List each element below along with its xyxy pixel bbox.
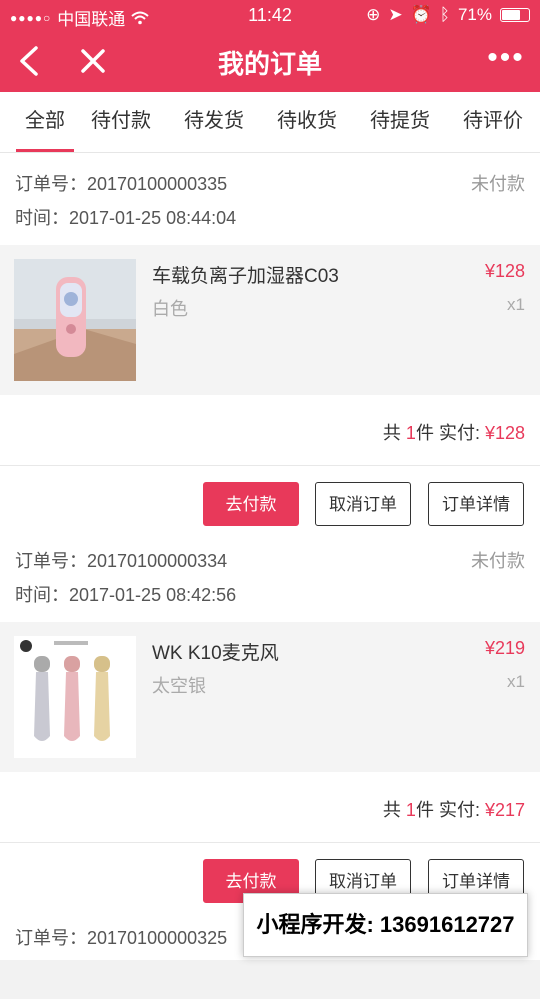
order-card[interactable]: 订单号：20170100000335 时间：2017-01-25 08:44:0… <box>0 153 540 546</box>
summary-prefix: 共 <box>382 423 406 443</box>
product-name: 车载负离子加湿器C03 <box>152 266 339 287</box>
order-summary: 共 1件 实付: ¥128 <box>0 395 540 466</box>
battery-percent: 71% <box>457 5 492 24</box>
status-bar: ●●●●○ 中国联通 11:42 ⊕ ➤ ⏰ ᛒ 71% <box>0 0 540 30</box>
order-header: 订单号：20170100000335 时间：2017-01-25 08:44:0… <box>0 153 540 245</box>
location-icon: ➤ <box>388 5 403 24</box>
order-card[interactable]: 订单号：20170100000334 时间：2017-01-25 08:42:5… <box>0 530 540 923</box>
order-header: 订单号：20170100000334 时间：2017-01-25 08:42:5… <box>0 530 540 622</box>
tab-pending-shipment[interactable]: 待发货 <box>182 92 246 152</box>
page-title: 我的订单 <box>217 49 322 79</box>
product-price: ¥219 <box>484 638 525 658</box>
rotation-lock-icon: ⊕ <box>366 5 381 24</box>
tab-pending-review[interactable]: 待评价 <box>461 92 525 152</box>
tab-pending-pickup[interactable]: 待提货 <box>368 92 432 152</box>
summary-mid: 件 实付: <box>415 800 485 820</box>
product-spec: 白色 <box>152 299 188 319</box>
summary-count: 1 <box>405 800 416 820</box>
cancel-order-button[interactable]: 取消订单 <box>315 482 411 526</box>
tab-pending-receipt[interactable]: 待收货 <box>275 92 339 152</box>
order-status: 未付款 <box>471 174 525 194</box>
tab-pending-payment[interactable]: 待付款 <box>89 92 153 152</box>
summary-total: ¥217 <box>484 800 525 820</box>
order-item[interactable]: WK K10麦克风 太空银 ¥219 x1 <box>0 622 540 772</box>
product-quantity: x1 <box>507 295 525 314</box>
summary-total: ¥128 <box>484 423 525 443</box>
order-time: 时间：2017-01-25 08:42:56 <box>15 585 237 605</box>
order-number: 订单号：20170100000325 <box>15 928 228 948</box>
product-quantity: x1 <box>507 672 525 691</box>
watermark-banner: 小程序开发: 13691612727 <box>243 893 528 957</box>
product-price: ¥128 <box>484 261 525 281</box>
alarm-icon: ⏰ <box>410 5 432 24</box>
summary-mid: 件 实付: <box>415 423 485 443</box>
order-tabs: 全部 待付款 待发货 待收货 待提货 待评价 <box>0 92 540 153</box>
order-item[interactable]: 车载负离子加湿器C03 白色 ¥128 x1 <box>0 245 540 395</box>
order-number: 订单号：20170100000335 <box>15 174 228 194</box>
battery-icon <box>500 8 530 22</box>
product-spec: 太空银 <box>152 676 206 696</box>
product-name: WK K10麦克风 <box>152 643 279 664</box>
summary-prefix: 共 <box>382 800 406 820</box>
order-status: 未付款 <box>471 551 525 571</box>
more-icon[interactable]: ••• <box>486 43 526 76</box>
order-number: 订单号：20170100000334 <box>15 551 228 571</box>
product-image-humidifier <box>14 259 136 381</box>
order-detail-button[interactable]: 订单详情 <box>428 482 524 526</box>
pay-button[interactable]: 去付款 <box>203 482 299 526</box>
product-image-microphone <box>14 636 136 758</box>
order-time: 时间：2017-01-25 08:44:04 <box>15 208 237 228</box>
bluetooth-icon: ᛒ <box>439 5 450 24</box>
tab-all[interactable]: 全部 <box>16 92 74 152</box>
order-summary: 共 1件 实付: ¥217 <box>0 772 540 843</box>
navbar: 我的订单 ••• <box>0 30 540 92</box>
summary-count: 1 <box>405 423 416 443</box>
